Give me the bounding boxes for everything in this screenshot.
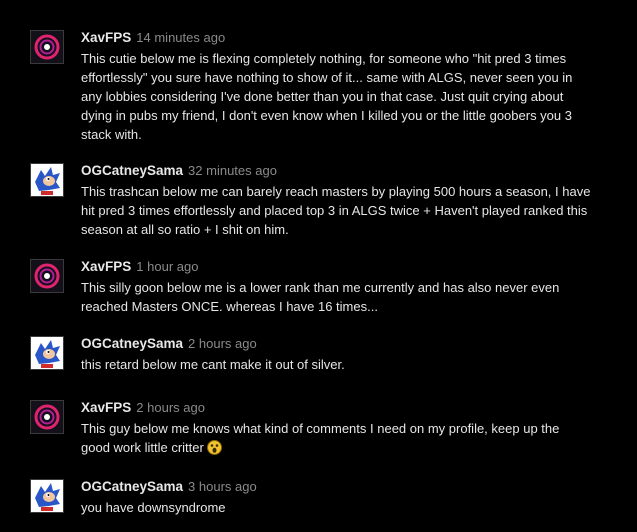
surprised-emoticon-icon — [206, 440, 222, 460]
sonic-avatar[interactable] — [30, 479, 64, 513]
xav-ring-avatar[interactable] — [30, 30, 64, 64]
comment-author[interactable]: OGCatneySama — [81, 479, 183, 494]
comment-author[interactable]: OGCatneySama — [81, 336, 183, 351]
comment-timestamp: 3 hours ago — [188, 479, 257, 494]
comment-text: This silly goon below me is a lower rank… — [81, 280, 560, 314]
comment-author[interactable]: XavFPS — [81, 259, 131, 274]
comment-text: you have downsyndrome — [81, 500, 226, 515]
comment-author[interactable]: OGCatneySama — [81, 163, 183, 178]
comment-timestamp: 14 minutes ago — [136, 30, 226, 45]
sonic-avatar[interactable] — [30, 163, 64, 197]
ring-icon — [31, 401, 63, 433]
comment-text: This cutie below me is flexing completel… — [81, 51, 573, 142]
comment-author[interactable]: XavFPS — [81, 400, 131, 415]
ring-icon — [31, 260, 63, 292]
comment-timestamp: 2 hours ago — [188, 336, 257, 351]
sonic-avatar[interactable] — [30, 336, 64, 370]
comment-text: this retard below me cant make it out of… — [81, 357, 345, 372]
xav-ring-avatar[interactable] — [30, 400, 64, 434]
ring-icon — [31, 31, 63, 63]
sonic-icon — [31, 480, 63, 512]
sonic-icon — [31, 337, 63, 369]
comment-timestamp: 2 hours ago — [136, 400, 205, 415]
comment-timestamp: 1 hour ago — [136, 259, 199, 274]
comment-text: This trashcan below me can barely reach … — [81, 184, 591, 237]
sonic-icon — [31, 164, 63, 196]
comment-text: This guy below me knows what kind of com… — [81, 419, 621, 460]
comment-timestamp: 32 minutes ago — [188, 163, 277, 178]
xav-ring-avatar[interactable] — [30, 259, 64, 293]
comment-author[interactable]: XavFPS — [81, 30, 131, 45]
comment-text-body: This guy below me knows what kind of com… — [81, 421, 560, 455]
